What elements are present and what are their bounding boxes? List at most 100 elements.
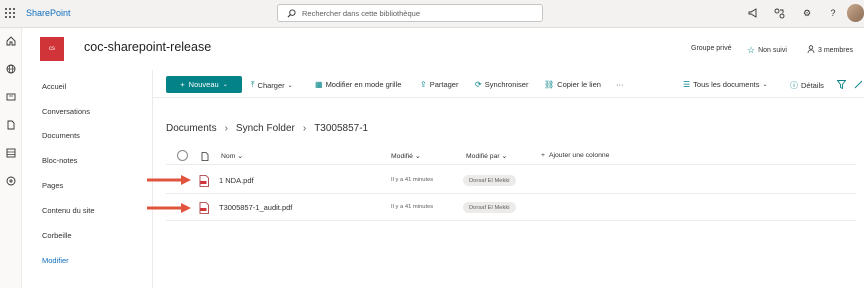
file-type-icon[interactable]: [201, 152, 209, 163]
upload-button[interactable]: ⤒ Charger ⌄: [251, 80, 293, 90]
view-list-icon: ☰: [683, 80, 691, 89]
nav-item-accueil[interactable]: Accueil: [42, 82, 66, 91]
globe-icon[interactable]: [4, 62, 17, 75]
details-button[interactable]: ⓘ Détails: [790, 80, 824, 91]
column-modified[interactable]: Modifié ⌄: [391, 152, 421, 160]
nav-item-pages[interactable]: Pages: [42, 181, 63, 190]
share-button[interactable]: ⇪ Partager: [420, 80, 458, 89]
follow-button[interactable]: ☆ Non suivi: [747, 45, 787, 56]
search-box[interactable]: Rechercher dans cette bibliothèque: [277, 4, 543, 22]
breadcrumb-current-folder[interactable]: T3005857-1: [314, 123, 368, 134]
modified-time: Il y a 41 minutes: [391, 177, 434, 183]
app-rail: [0, 28, 22, 288]
grid-edit-label: Modifier en mode grille: [325, 80, 402, 89]
sync-button[interactable]: ⟳ Synchroniser: [475, 80, 528, 89]
members-button[interactable]: 3 membres: [807, 45, 853, 55]
sync-label: Synchroniser: [484, 80, 529, 89]
file-name[interactable]: T3005857-1_audit.pdf: [219, 203, 292, 212]
add-column-label: Ajouter une colonne: [548, 152, 610, 159]
add-circle-icon[interactable]: [4, 174, 17, 187]
details-label: Détails: [801, 81, 824, 90]
avatar[interactable]: [847, 4, 864, 22]
new-button[interactable]: + Nouveau ⌄: [166, 76, 242, 93]
modified-by-pill[interactable]: Dorsaf El Mekki: [463, 175, 516, 186]
chevron-down-icon: ⌄: [287, 82, 293, 89]
nav-item-conversations[interactable]: Conversations: [42, 107, 90, 116]
gear-icon[interactable]: ⚙: [801, 7, 813, 19]
star-icon: ☆: [747, 45, 756, 55]
upload-label: Charger: [257, 80, 285, 90]
app-launcher-icon[interactable]: [5, 8, 15, 18]
chevron-down-icon: ⌄: [414, 153, 421, 160]
group-privacy: Groupe privé: [691, 45, 732, 52]
chevron-down-icon: ⌄: [501, 153, 508, 160]
column-name[interactable]: Nom ⌄: [221, 152, 243, 160]
modified-time: Il y a 41 minutes: [391, 204, 434, 210]
sync-icon: ⟳: [475, 80, 482, 89]
table-row[interactable]: T3005857-1_audit.pdf Il y a 41 minutes D…: [166, 195, 856, 221]
search-icon: [287, 8, 296, 17]
chevron-down-icon: ⌄: [237, 153, 243, 160]
site-nav: Accueil Conversations Documents Bloc-not…: [22, 70, 152, 288]
site-logo[interactable]: cs: [40, 37, 64, 61]
nav-item-documents[interactable]: Documents: [42, 131, 80, 140]
grid-icon: ▦: [315, 80, 323, 89]
new-button-label: Nouveau: [188, 80, 219, 89]
home-icon[interactable]: [4, 34, 17, 47]
column-modified-by[interactable]: Modifié par ⌄: [466, 152, 507, 160]
file-icon[interactable]: [4, 118, 17, 131]
share-icon: ⇪: [420, 80, 427, 89]
annotation-arrow: [147, 175, 191, 185]
nav-item-corbeille[interactable]: Corbeille: [42, 231, 72, 240]
select-all-checkbox[interactable]: [177, 150, 188, 161]
suite-bar: SharePoint Rechercher dans cette bibliot…: [0, 0, 864, 28]
person-icon: [807, 45, 815, 55]
members-label: 3 membres: [818, 46, 854, 54]
chevron-right-icon: ›: [302, 123, 307, 134]
follow-label: Non suivi: [758, 47, 787, 54]
breadcrumb-documents[interactable]: Documents: [166, 123, 217, 134]
link-icon: ⛓: [544, 80, 555, 89]
view-selector[interactable]: ☰ Tous les documents ⌄: [683, 80, 768, 89]
nav-item-modifier[interactable]: Modifier: [42, 256, 69, 265]
share-label: Partager: [429, 80, 459, 89]
table-header: Nom ⌄ Modifié ⌄ Modifié par ⌄ + Ajouter u…: [166, 149, 856, 165]
main-content: + Nouveau ⌄ ⤒ Charger ⌄ ▦ Modifier en mo…: [152, 70, 864, 288]
breadcrumb: Documents › Synch Folder › T3005857-1: [166, 123, 368, 134]
search-placeholder: Rechercher dans cette bibliothèque: [302, 8, 420, 18]
annotation-arrow: [147, 203, 191, 213]
site-title[interactable]: coc-sharepoint-release: [84, 40, 211, 54]
share-network-icon[interactable]: [773, 7, 785, 19]
nav-item-contenu-du-site[interactable]: Contenu du site: [42, 206, 95, 215]
copy-link-button[interactable]: ⛓ Copier le lien: [544, 80, 601, 89]
app-name[interactable]: SharePoint: [26, 8, 71, 18]
site-header: cs coc-sharepoint-release Groupe privé ☆…: [22, 28, 864, 70]
table-row[interactable]: 1 NDA.pdf Il y a 41 minutes Dorsaf El Me…: [166, 168, 856, 194]
nav-item-bloc-notes[interactable]: Bloc-notes: [42, 156, 77, 165]
list-icon[interactable]: [4, 146, 17, 159]
column-modified-label: Modifié: [391, 153, 413, 160]
view-label: Tous les documents: [693, 80, 760, 89]
column-modified-by-label: Modifié par: [466, 153, 500, 160]
copy-link-label: Copier le lien: [557, 80, 601, 89]
plus-icon: +: [541, 152, 545, 159]
info-icon: ⓘ: [790, 81, 798, 90]
pdf-icon: [199, 202, 209, 214]
grid-edit-button[interactable]: ▦ Modifier en mode grille: [315, 80, 401, 89]
expand-icon[interactable]: [854, 80, 863, 89]
plus-icon: +: [180, 80, 185, 89]
help-icon[interactable]: ?: [827, 7, 839, 19]
news-icon[interactable]: [4, 90, 17, 103]
upload-icon: ⤒: [251, 80, 255, 89]
filter-icon[interactable]: [837, 80, 846, 89]
chevron-down-icon: ⌄: [222, 82, 228, 88]
file-name[interactable]: 1 NDA.pdf: [219, 176, 254, 185]
megaphone-icon[interactable]: [747, 7, 759, 19]
pdf-icon: [199, 175, 209, 187]
modified-by-pill[interactable]: Dorsaf El Mekki: [463, 202, 516, 213]
command-bar: + Nouveau ⌄ ⤒ Charger ⌄ ▦ Modifier en mo…: [153, 70, 864, 98]
add-column-button[interactable]: + Ajouter une colonne: [541, 152, 609, 159]
more-button[interactable]: ···: [616, 80, 624, 89]
breadcrumb-synch-folder[interactable]: Synch Folder: [236, 123, 295, 134]
column-name-label: Nom: [221, 153, 236, 160]
